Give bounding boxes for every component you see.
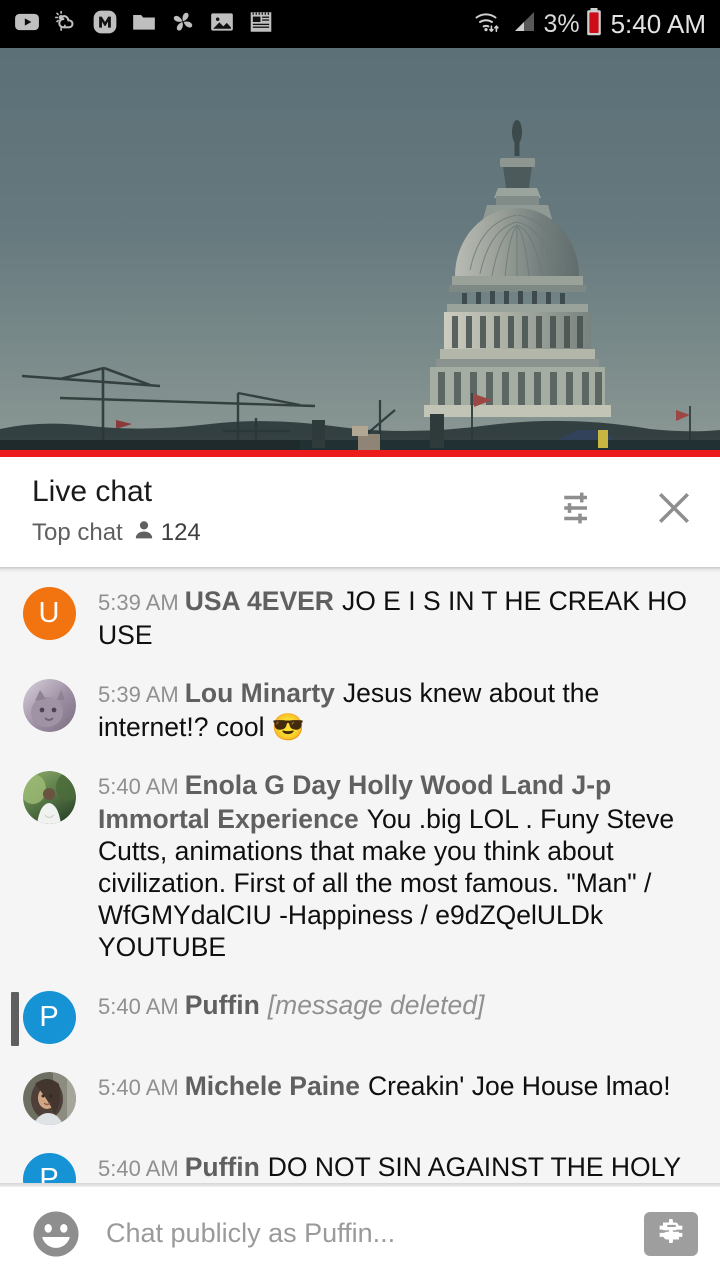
message-timestamp: 5:39 AM [98,590,179,615]
list-item[interactable]: 5:40 AM Enola G Day Holly Wood Land J-p I… [0,756,720,976]
super-chat-button[interactable] [644,1211,698,1256]
message-timestamp: 5:40 AM [98,994,179,1019]
message-timestamp: 5:40 AM [98,1156,179,1181]
message-author[interactable]: USA 4EVER [185,586,334,616]
message-body: 5:39 AM Lou Minarty Jesus knew about the i… [98,677,696,743]
viewer-count-group: 124 [132,518,201,547]
message-text: Creakin' Joe House lmao! [367,1071,671,1101]
avatar[interactable]: U [22,587,76,640]
message-timestamp: 5:40 AM [98,774,179,799]
message-author[interactable]: Puffin [185,990,260,1020]
youtube-live-chat-screen: 3% 5:40 AM Live chat Top chat 124 U 5:39… [0,0,720,1280]
avatar[interactable] [22,1072,76,1125]
avatar[interactable]: P [22,991,76,1044]
message-body: 5:40 AM Michele Paine Creakin' Joe House l… [98,1070,696,1125]
avatar[interactable] [22,771,76,824]
message-timestamp: 5:39 AM [98,682,179,707]
dollar-bill-icon [655,1215,687,1252]
message-body: 5:40 AM Puffin DO NOT SIN AGAINST THE HOLY… [98,1151,696,1183]
status-bar-clock: 5:40 AM [610,8,706,39]
viewer-count: 124 [160,518,201,546]
live-chat-header: Live chat Top chat 124 [0,457,720,567]
person-icon [132,518,156,547]
live-chat-subheader: Top chat 124 [32,518,556,547]
folder-icon [131,9,157,40]
weather-icon [53,9,79,40]
chat-filter-button[interactable] [556,486,604,534]
emoji-smile-icon [30,1210,82,1264]
list-item[interactable]: P 5:40 AM Puffin [message deleted] [0,976,720,1057]
status-bar: 3% 5:40 AM [0,0,720,48]
news-icon [248,9,274,40]
emoji-button[interactable] [30,1208,82,1260]
message-body: 5:39 AM USA 4EVER JO E I S IN T HE CREAK H… [98,585,696,651]
tune-icon [559,487,601,534]
battery-icon [585,7,603,42]
chat-mode-label[interactable]: Top chat [32,519,123,547]
list-item[interactable]: U 5:39 AM USA 4EVER JO E I S IN T HE CREAK… [0,572,720,664]
chat-input-bar [0,1187,720,1280]
message-body: 5:40 AM Puffin [message deleted] [98,989,696,1044]
avatar[interactable]: P [22,1153,76,1183]
avatar-column: U [0,585,98,651]
live-chat-header-actions [556,486,698,534]
status-bar-notification-icons [14,9,473,40]
live-video-player[interactable] [0,48,720,450]
page-title: Live chat [32,475,153,508]
video-progress-track[interactable] [0,450,720,457]
list-item[interactable]: 5:40 AM Michele Paine Creakin' Joe House l… [0,1057,720,1138]
live-chat-message-list[interactable]: U 5:39 AM USA 4EVER JO E I S IN T HE CREAK… [0,572,720,1183]
avatar-letter: P [39,1163,59,1183]
cellular-signal-icon [508,8,538,41]
avatar-column [0,1070,98,1125]
photos-icon [209,9,235,40]
pinwheel-icon [170,9,196,40]
m-app-icon [92,9,118,40]
list-item[interactable]: P 5:40 AM Puffin DO NOT SIN AGAINST THE HO… [0,1138,720,1183]
avatar-column [0,677,98,743]
message-author[interactable]: Puffin [185,1152,260,1182]
youtube-icon [14,9,40,40]
avatar-column: P [0,1151,98,1183]
battery-percent-label: 3% [543,9,580,38]
message-author[interactable]: Michele Paine [185,1071,360,1101]
message-body: 5:40 AM Enola G Day Holly Wood Land J-p I… [98,769,696,963]
message-timestamp: 5:40 AM [98,1075,179,1100]
close-chat-button[interactable] [650,486,698,534]
wifi-icon [473,8,503,41]
close-icon [652,486,696,535]
message-text: [message deleted] [267,990,485,1020]
status-bar-system-icons: 3% 5:40 AM [473,7,706,42]
list-item[interactable]: 5:39 AM Lou Minarty Jesus knew about the i… [0,664,720,756]
avatar-letter: U [38,597,60,629]
chat-input[interactable] [106,1218,630,1249]
avatar-column [0,769,98,963]
avatar-letter: P [39,1001,59,1033]
live-chat-header-titles: Live chat Top chat 124 [32,477,556,547]
message-author[interactable]: Lou Minarty [185,678,335,708]
video-progress-fill [0,450,720,457]
deleted-message-indicator-bar [11,992,19,1046]
avatar[interactable] [22,679,76,732]
